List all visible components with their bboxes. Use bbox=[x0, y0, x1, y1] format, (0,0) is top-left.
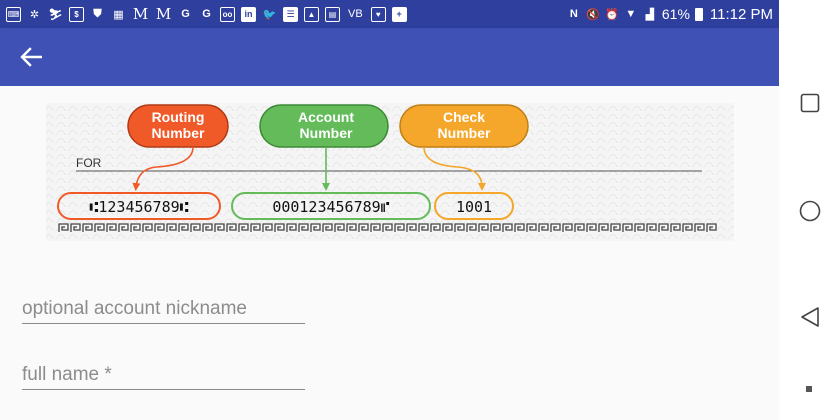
check-label-line2: Number bbox=[438, 125, 491, 141]
back-button[interactable] bbox=[14, 41, 48, 73]
battery-icon bbox=[694, 7, 703, 21]
arrow-left-icon bbox=[20, 47, 42, 67]
keyboard-icon: ⌨ bbox=[6, 6, 21, 22]
check-diagram: Routing Number Account Number Check Numb… bbox=[46, 103, 734, 241]
calculator-icon: ▦ bbox=[113, 8, 124, 21]
notification-icons: ⌨ ✲ ⛷ $ ⛊ ▦ M M G Goo in 🐦 ☰ ▲ ▤ VB ♥ + bbox=[0, 5, 407, 23]
google-icon-2: G bbox=[202, 8, 211, 20]
triangle-back-icon bbox=[800, 307, 819, 327]
gmail-icon-2: M bbox=[155, 5, 172, 23]
clock: 11:12 PM bbox=[709, 5, 773, 23]
system-icons: N 🔇 ⏰ ▼ ▟ 61% 11:12 PM bbox=[567, 0, 773, 28]
app-bar bbox=[0, 28, 779, 86]
mute-icon: 🔇 bbox=[586, 8, 600, 21]
health-icon: ♥ bbox=[370, 6, 386, 22]
notes-icon: ☰ bbox=[283, 6, 298, 22]
check-number-digits: 1001 bbox=[456, 198, 492, 216]
routing-label-line2: Number bbox=[152, 125, 205, 141]
account-label-line2: Number bbox=[300, 125, 353, 141]
check-label-line1: Check bbox=[443, 109, 485, 125]
routing-number-digits: ⑆123456789⑆ bbox=[89, 198, 188, 216]
battery-saver-icon: + bbox=[391, 6, 407, 22]
photo-icon: ▲ bbox=[304, 6, 319, 22]
nav-dot bbox=[806, 386, 812, 392]
recents-button[interactable] bbox=[779, 88, 840, 118]
battery-percent: 61% bbox=[661, 6, 690, 22]
shield-icon: ⛊ bbox=[93, 7, 102, 20]
weather-icon: ✲ bbox=[29, 8, 40, 21]
system-status-icons: N 🔇 ⏰ ▼ ▟ bbox=[567, 7, 657, 22]
account-number-digits: 000123456789⑈ bbox=[272, 198, 389, 216]
home-button[interactable] bbox=[779, 196, 840, 226]
linkedin-icon: in bbox=[241, 6, 256, 22]
signal-icon: ▟ bbox=[645, 8, 655, 21]
nickname-field bbox=[22, 294, 305, 324]
nfc-icon: N bbox=[569, 8, 578, 20]
account-label-line1: Account bbox=[298, 109, 354, 125]
fullname-field bbox=[22, 360, 305, 390]
routing-label-line1: Routing bbox=[152, 109, 205, 125]
hiker-icon: ⛷ bbox=[48, 8, 63, 21]
content-area: Routing Number Account Number Check Numb… bbox=[0, 86, 779, 420]
wifi-icon: ▼ bbox=[625, 8, 637, 20]
alarm-icon: ⏰ bbox=[605, 8, 619, 21]
circle-icon bbox=[799, 200, 820, 222]
gmail-icon: M bbox=[132, 5, 149, 23]
pay-icon: $ bbox=[69, 6, 84, 22]
square-icon bbox=[800, 93, 819, 113]
for-label: FOR bbox=[76, 156, 102, 170]
navigation-bar bbox=[779, 0, 840, 420]
voicemail-icon: oo bbox=[220, 6, 235, 22]
nav-back-button[interactable] bbox=[779, 302, 840, 332]
twitter-icon: 🐦 bbox=[262, 8, 277, 21]
fullname-input[interactable] bbox=[22, 360, 305, 389]
check-border-pattern bbox=[58, 223, 718, 233]
news-icon: ▤ bbox=[325, 6, 340, 22]
vb-label: VB bbox=[348, 8, 363, 20]
nickname-input[interactable] bbox=[22, 294, 305, 323]
google-icon: G bbox=[181, 8, 190, 20]
status-bar: ⌨ ✲ ⛷ $ ⛊ ▦ M M G Goo in 🐦 ☰ ▲ ▤ VB ♥ + N 🔇 ⏰ ▼ ▟ 61% 11:12 P… bbox=[0, 0, 779, 28]
